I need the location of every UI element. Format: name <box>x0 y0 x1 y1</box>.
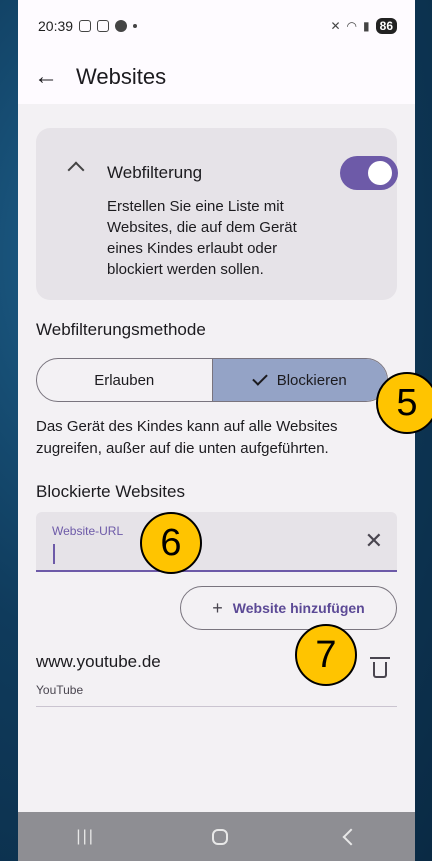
check-circle-icon <box>115 20 128 32</box>
home-icon[interactable] <box>211 828 228 845</box>
back-arrow-icon[interactable]: ← <box>18 52 74 102</box>
webfilter-card: Webfilterung Erstellen Sie eine Liste mi… <box>36 128 398 300</box>
page-title: Websites <box>76 64 167 89</box>
method-helper-text: Das Gerät des Kindes kann auf alle Websi… <box>36 418 338 457</box>
clear-icon[interactable]: ✕ <box>365 530 383 552</box>
plus-icon: + <box>212 597 223 618</box>
toggle-knob <box>368 161 392 185</box>
text-cursor <box>53 544 55 564</box>
app-bar: ← Websites <box>18 52 415 102</box>
system-nav-bar: ||| <box>18 812 415 861</box>
allow-label: Erlauben <box>94 371 155 389</box>
blocked-site-name: YouTube <box>36 683 84 697</box>
trash-icon[interactable] <box>370 657 390 678</box>
annotation-badge-7: 7 <box>295 624 357 686</box>
signal-icon: ▮ <box>363 19 370 33</box>
add-website-label: Website hinzufügen <box>232 600 365 616</box>
nav-back-icon[interactable] <box>342 828 360 845</box>
website-url-field[interactable]: Website-URL ✕ <box>36 512 397 572</box>
content-area: Webfilterung Erstellen Sie eine Liste mi… <box>18 104 415 812</box>
phone-screen: 20:39 ✕ ◠ ▮ 86 ← Websites Webfilterung E… <box>18 0 415 861</box>
method-heading: Webfilterungsmethode <box>36 320 206 339</box>
webfilter-description: Erstellen Sie eine Liste mit Websites, d… <box>107 198 297 278</box>
check-icon <box>251 370 268 386</box>
calendar-icon <box>97 20 110 32</box>
webfilter-toggle[interactable] <box>340 156 398 190</box>
screenshot-icon <box>79 20 92 32</box>
blocked-heading: Blockierte Websites <box>36 482 185 501</box>
method-segmented-control: Erlauben Blockieren <box>36 358 388 402</box>
website-url-label: Website-URL <box>52 524 124 538</box>
add-website-button[interactable]: + Website hinzufügen <box>180 586 397 630</box>
battery-level: 86 <box>375 18 397 34</box>
allow-segment[interactable]: Erlauben <box>37 359 212 401</box>
status-time: 20:39 <box>38 18 74 34</box>
annotation-badge-5: 5 <box>376 372 432 434</box>
recent-apps-icon[interactable]: ||| <box>76 828 94 846</box>
chevron-up-icon[interactable] <box>67 161 85 179</box>
notification-dot-icon <box>133 24 138 28</box>
blocked-site-url: www.youtube.de <box>36 652 161 671</box>
mute-icon: ✕ <box>330 19 341 33</box>
webfilter-title: Webfilterung <box>107 163 203 182</box>
block-label: Blockieren <box>276 371 347 389</box>
block-segment[interactable]: Blockieren <box>211 359 387 401</box>
wifi-icon: ◠ <box>346 19 358 33</box>
status-bar: 20:39 ✕ ◠ ▮ 86 <box>18 0 415 52</box>
annotation-badge-6: 6 <box>140 512 202 574</box>
